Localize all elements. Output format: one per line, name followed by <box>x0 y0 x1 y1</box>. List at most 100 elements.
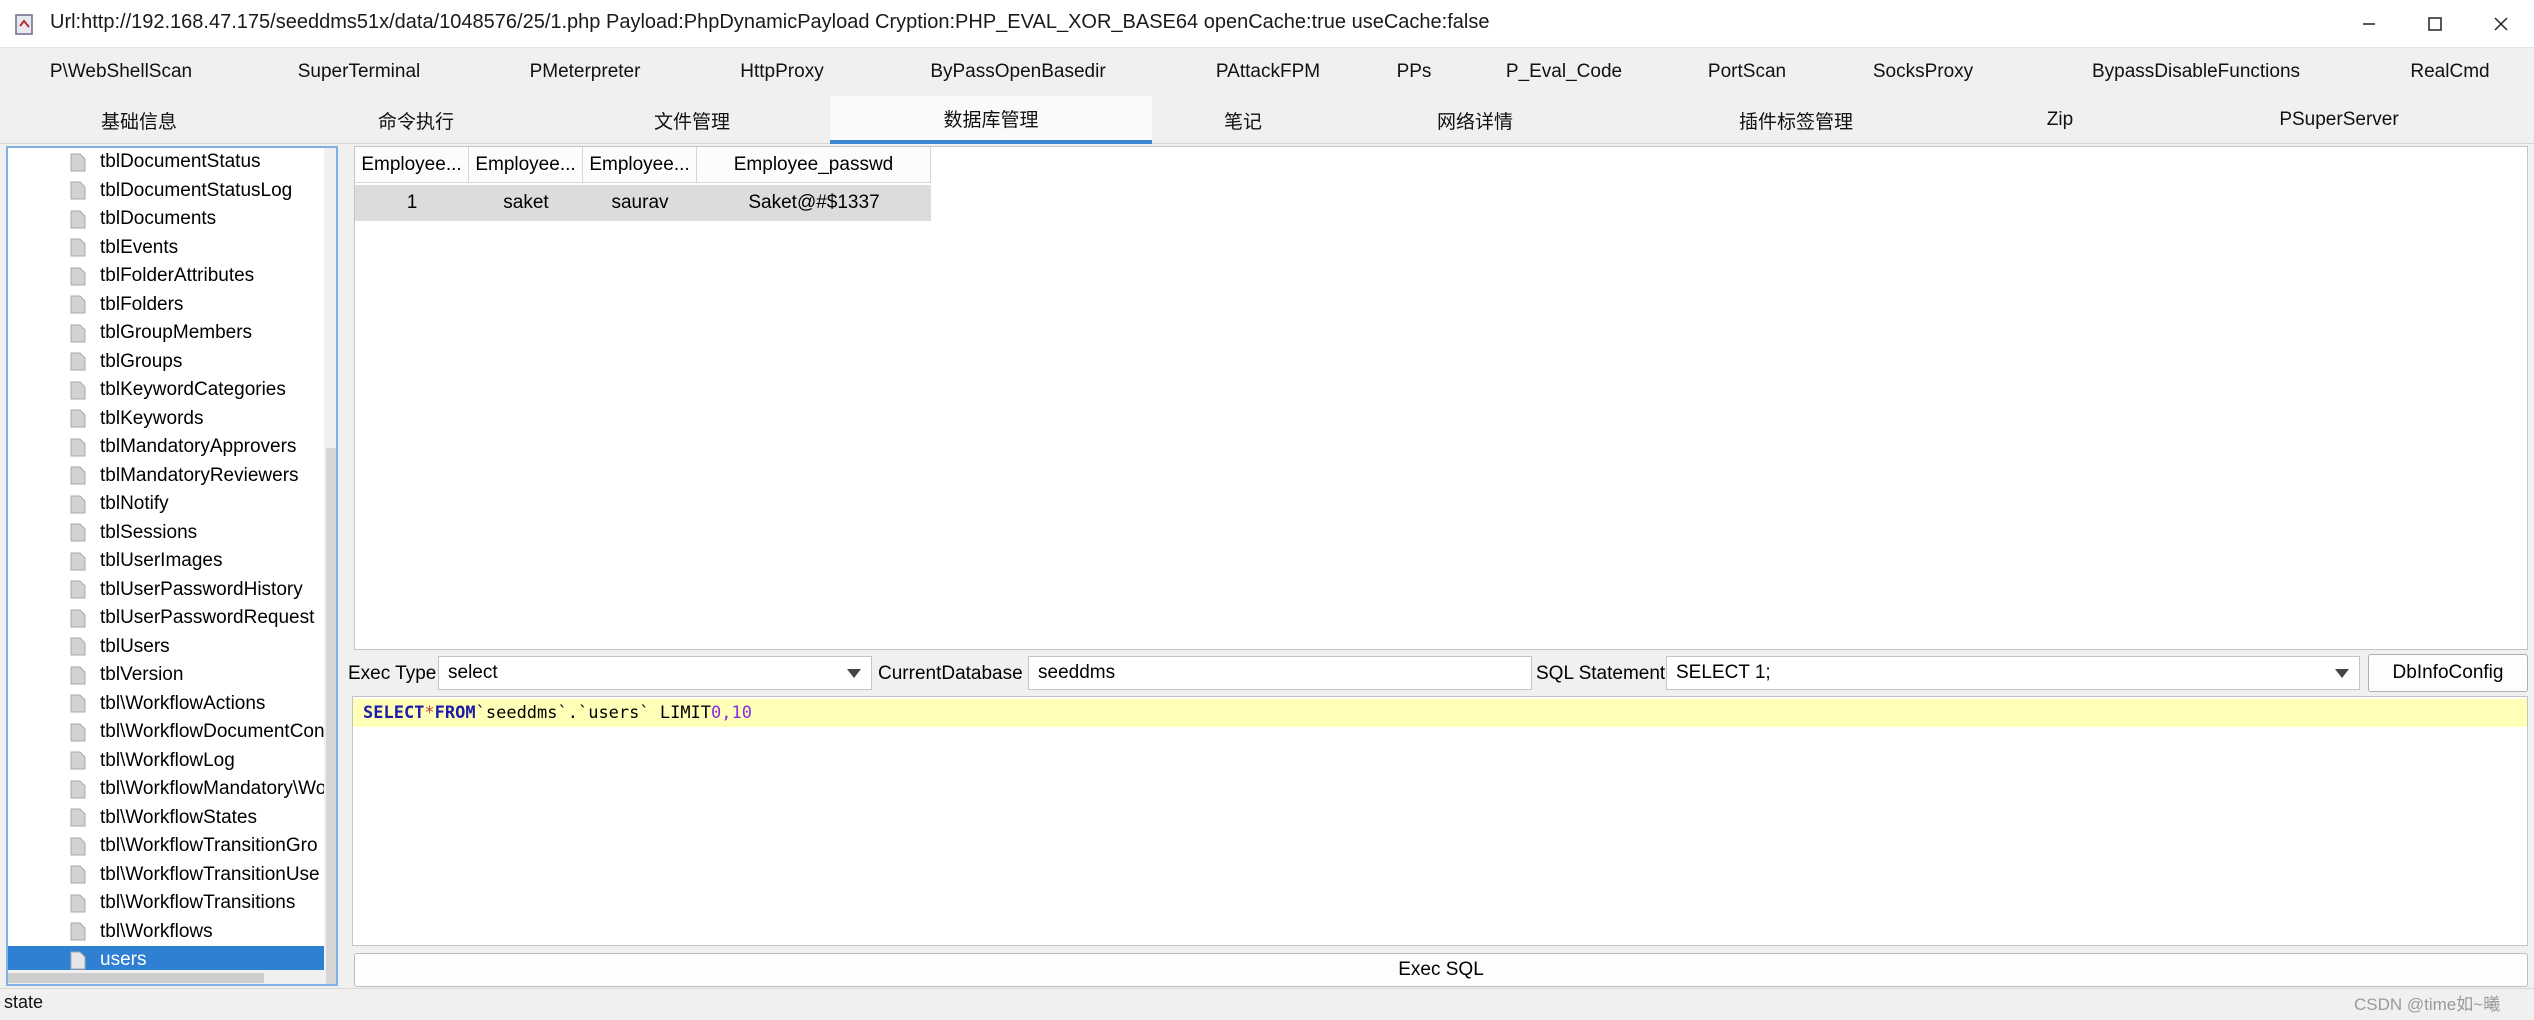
tree-item[interactable]: tbl\WorkflowTransitionUse <box>8 861 324 890</box>
tab-superterminal[interactable]: SuperTerminal <box>276 48 442 96</box>
tab-notes[interactable]: 笔记 <box>1152 96 1334 144</box>
table-file-icon <box>70 922 86 941</box>
database-tree[interactable]: tblDocumentStatus tblDocumentStatusLog tbl… <box>6 146 338 986</box>
dbinfo-config-button[interactable]: DbInfoConfig <box>2368 654 2528 692</box>
tree-item-label: tblKeywords <box>100 407 204 429</box>
tree-vertical-scrollbar[interactable] <box>324 148 336 984</box>
tab-command-exec[interactable]: 命令执行 <box>278 96 554 144</box>
minimize-button[interactable] <box>2336 0 2402 48</box>
tree-item[interactable]: tbl\Workflows <box>8 918 324 947</box>
tree-item[interactable]: tbl\WorkflowLog <box>8 747 324 776</box>
tree-item[interactable]: tblFolderAttributes <box>8 262 324 291</box>
tree-item[interactable]: tblKeywords <box>8 405 324 434</box>
tree-item[interactable]: tblUserPasswordRequest <box>8 604 324 633</box>
tab-bypassopenbasedir[interactable]: ByPassOpenBasedir <box>918 48 1118 96</box>
tree-item-label: tblUsers <box>100 635 170 657</box>
current-database-input[interactable]: seeddms <box>1028 656 1532 690</box>
tree-item[interactable]: tblMandatoryApprovers <box>8 433 324 462</box>
window-title: Url:http://192.168.47.175/seeddms51x/dat… <box>50 11 1490 33</box>
result-table[interactable]: Employee... Employee... Employee... Empl… <box>354 146 2528 650</box>
column-header[interactable]: Employee... <box>469 147 583 183</box>
tree-item[interactable]: tblNotify <box>8 490 324 519</box>
tab-p-eval-code[interactable]: P_Eval_Code <box>1502 48 1626 96</box>
tree-item[interactable]: tbl\WorkflowStates <box>8 804 324 833</box>
tab-psuperserver[interactable]: PSuperServer <box>2144 96 2534 144</box>
tree-item-label: tblMandatoryApprovers <box>100 436 297 458</box>
tree-item[interactable]: tblEvents <box>8 234 324 263</box>
column-header[interactable]: Employee... <box>583 147 697 183</box>
tree-item[interactable]: tblGroupMembers <box>8 319 324 348</box>
tab-portscan[interactable]: PortScan <box>1700 48 1794 96</box>
scroll-thumb[interactable] <box>326 448 336 984</box>
scroll-thumb[interactable] <box>8 973 264 983</box>
tree-item[interactable]: tbl\WorkflowTransitionGro <box>8 832 324 861</box>
tab-webshellscan[interactable]: P\WebShellScan <box>44 48 198 96</box>
tree-item-label: tblVersion <box>100 664 184 686</box>
tree-item[interactable]: tblMandatoryReviewers <box>8 462 324 491</box>
tab-pattackfpm[interactable]: PAttackFPM <box>1206 48 1330 96</box>
tree-item-label: tblDocumentStatusLog <box>100 179 293 201</box>
close-button[interactable] <box>2468 0 2534 48</box>
tree-item[interactable]: tbl\WorkflowTransitions <box>8 889 324 918</box>
tab-database-manager[interactable]: 数据库管理 <box>830 96 1152 144</box>
table-file-icon <box>70 780 86 799</box>
watermark: CSDN @time如~曦 <box>2354 995 2501 1014</box>
tree-item[interactable]: tblFolders <box>8 291 324 320</box>
table-file-icon <box>70 523 86 542</box>
tree-item-label: tblUserImages <box>100 550 223 572</box>
table-file-icon <box>70 894 86 913</box>
tab-bypassdisablefunctions[interactable]: BypassDisableFunctions <box>2086 48 2306 96</box>
table-file-icon <box>70 466 86 485</box>
tree-item[interactable]: tblUserPasswordHistory <box>8 576 324 605</box>
tab-basic-info[interactable]: 基础信息 <box>0 96 278 144</box>
sql-editor[interactable]: SELECT * FROM `seeddms`.`users` LIMIT 0,… <box>352 696 2528 946</box>
current-database-label: CurrentDatabase <box>878 663 1023 684</box>
table-cell[interactable]: saket <box>469 185 583 221</box>
tab-socksproxy[interactable]: SocksProxy <box>1866 48 1980 96</box>
table-file-icon <box>70 210 86 229</box>
tab-httpproxy[interactable]: HttpProxy <box>730 48 834 96</box>
tree-item[interactable]: tblVersion <box>8 661 324 690</box>
tree-horizontal-scrollbar[interactable] <box>8 970 324 984</box>
tree-item-label: tbl\WorkflowDocumentCon <box>100 721 324 743</box>
tree-item[interactable]: tblGroups <box>8 348 324 377</box>
tab-file-manager[interactable]: 文件管理 <box>554 96 830 144</box>
tree-item-label: tblMandatoryReviewers <box>100 464 299 486</box>
table-file-icon <box>70 295 86 314</box>
table-cell[interactable]: 1 <box>355 185 469 221</box>
exec-type-select[interactable]: select <box>438 656 872 690</box>
tree-item[interactable]: tblUsers <box>8 633 324 662</box>
tree-item[interactable]: tbl\WorkflowActions <box>8 690 324 719</box>
tree-item[interactable]: tblDocuments <box>8 205 324 234</box>
tree-item-label: tbl\WorkflowLog <box>100 749 235 771</box>
exec-sql-button[interactable]: Exec SQL <box>354 953 2528 987</box>
column-header[interactable]: Employee... <box>355 147 469 183</box>
tree-item[interactable]: tbl\WorkflowMandatory\Wo <box>8 775 324 804</box>
sql-keyword: FROM <box>434 703 476 723</box>
tab-realcmd[interactable]: RealCmd <box>2398 48 2502 96</box>
tree-item[interactable]: tblDocumentStatus <box>8 148 324 177</box>
sql-editor-line[interactable]: SELECT * FROM `seeddms`.`users` LIMIT 0,… <box>353 699 2527 727</box>
tab-plugin-tag-manager[interactable]: 插件标签管理 <box>1616 96 1976 144</box>
tree-item-label: tbl\WorkflowMandatory\Wo <box>100 778 324 800</box>
tree-item[interactable]: tbl\WorkflowDocumentCon <box>8 718 324 747</box>
table-file-icon <box>70 609 86 628</box>
table-file-icon <box>70 352 86 371</box>
sql-statement-select[interactable]: SELECT 1; <box>1666 656 2360 690</box>
table-cell[interactable]: Saket@#$1337 <box>697 185 931 221</box>
column-header[interactable]: Employee_passwd <box>697 147 931 183</box>
tree-item[interactable]: tblDocumentStatusLog <box>8 177 324 206</box>
table-file-icon <box>70 381 86 400</box>
maximize-button[interactable] <box>2402 0 2468 48</box>
tree-item-label: tbl\WorkflowTransitionUse <box>100 863 320 885</box>
tab-network-details[interactable]: 网络详情 <box>1334 96 1616 144</box>
tree-item[interactable]: tblSessions <box>8 519 324 548</box>
status-divider <box>0 988 2534 989</box>
tree-item-label: tblUserPasswordRequest <box>100 607 315 629</box>
tab-zip[interactable]: Zip <box>1976 96 2144 144</box>
tree-item[interactable]: tblUserImages <box>8 547 324 576</box>
tab-pps[interactable]: PPs <box>1388 48 1440 96</box>
tab-pmeterpreter[interactable]: PMeterpreter <box>516 48 654 96</box>
tree-item[interactable]: tblKeywordCategories <box>8 376 324 405</box>
table-cell[interactable]: saurav <box>583 185 697 221</box>
